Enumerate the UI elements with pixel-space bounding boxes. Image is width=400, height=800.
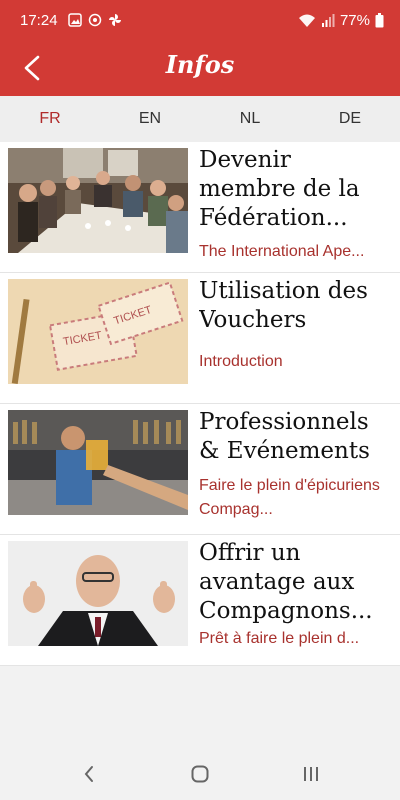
tab-nl[interactable]: NL: [200, 96, 300, 142]
article-title: Utilisation des Vouchers: [199, 278, 368, 333]
article-thumbnail: TICKET TICKET: [8, 279, 188, 384]
language-tabs: FR EN NL DE: [0, 96, 400, 142]
pinwheel-icon: [109, 14, 121, 26]
nav-recents-button[interactable]: [296, 762, 326, 786]
nav-home-button[interactable]: [185, 762, 215, 786]
tab-en[interactable]: EN: [100, 96, 200, 142]
article-card-vouchers[interactable]: TICKET TICKET Utilisation des Vouchers I…: [0, 273, 400, 404]
article-thumbnail: [8, 148, 188, 253]
app-bar: Infos: [0, 40, 400, 96]
home-icon: [191, 765, 209, 783]
article-thumbnail: [8, 410, 188, 515]
article-subtitle: Faire le plein d'épicuriens Compag...: [199, 477, 380, 518]
tab-de[interactable]: DE: [300, 96, 400, 142]
article-list: Devenir membre de la Fédération... The I…: [0, 142, 400, 666]
system-icons: 77%: [298, 12, 384, 29]
recents-icon: [304, 767, 318, 781]
signal-icon: [321, 13, 335, 27]
battery-icon: [375, 13, 384, 28]
article-card-federation[interactable]: Devenir membre de la Fédération... The I…: [0, 142, 400, 273]
article-subtitle: Introduction: [199, 353, 283, 370]
battery-percent: 77%: [339, 12, 370, 29]
page-title: Infos: [165, 50, 235, 79]
sync-icon: [88, 13, 102, 27]
article-thumbnail: [8, 541, 188, 646]
article-subtitle: Prêt à faire le plein d...: [199, 630, 360, 647]
tab-fr[interactable]: FR: [0, 96, 100, 142]
article-card-avantage[interactable]: Offrir un avantage aux Compagnons... Prê…: [0, 535, 400, 666]
system-nav-bar: [0, 748, 400, 800]
article-title: Devenir membre de la Fédération...: [199, 147, 360, 231]
article-title: Professionnels & Evénements: [199, 409, 370, 464]
nav-back-button[interactable]: [74, 762, 104, 786]
image-icon: [68, 13, 82, 27]
article-card-professionnels[interactable]: Professionnels & Evénements Faire le ple…: [0, 404, 400, 535]
chevron-left-icon: [84, 766, 93, 782]
wifi-icon: [298, 14, 315, 27]
article-title: Offrir un avantage aux Compagnons...: [199, 540, 373, 624]
notification-icons: [68, 13, 122, 27]
status-time: 17:24: [20, 12, 58, 29]
status-bar: 17:24 77%: [0, 0, 400, 40]
article-subtitle: The International Ape...: [199, 243, 365, 260]
